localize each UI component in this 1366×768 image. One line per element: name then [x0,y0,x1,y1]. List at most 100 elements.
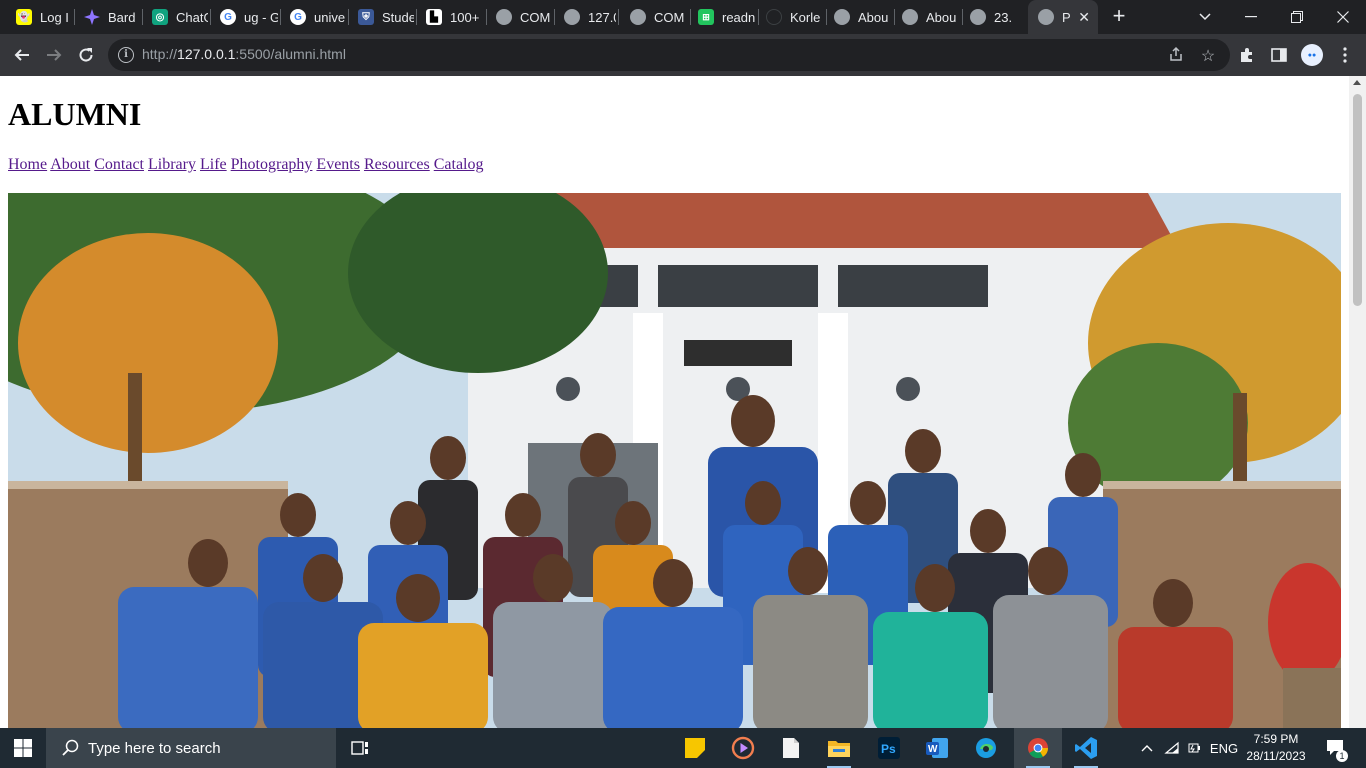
file-app[interactable] [767,728,815,768]
crest-icon: ⛨ [358,9,374,25]
google-icon: G [290,9,306,25]
info-icon[interactable]: i [118,47,134,63]
browser-tab[interactable]: ⊞ readn [688,0,756,34]
browser-tab[interactable]: COM [620,0,688,34]
browser-tab[interactable]: 127.0 [554,0,616,34]
side-panel-icon[interactable] [1268,44,1290,66]
alumni-group-photo [8,193,1341,728]
chrome-app[interactable] [1014,728,1062,768]
browser-tab[interactable]: Abou [824,0,892,34]
chrome-icon [1028,738,1049,759]
edge-app[interactable] [962,728,1010,768]
nav-link-about[interactable]: About [50,156,90,173]
globe-icon [834,9,850,25]
browser-tab[interactable]: Abou [892,0,960,34]
chatgpt-icon: ◎ [152,9,168,25]
close-tab-icon[interactable]: ✕ [1078,9,1090,26]
browser-tab[interactable]: ⛨ Stude [348,0,414,34]
search-icon [62,739,79,756]
tab-strip: 👻 Log I Bard ◎ ChatG G ug - G G unive ⛨ … [0,0,1366,34]
url-text[interactable]: http://127.0.0.1:5500/alumni.html [142,46,346,62]
extensions-icon[interactable] [1236,44,1258,66]
scroll-up-arrow-icon[interactable] [1353,80,1361,85]
nav-link-events[interactable]: Events [316,156,360,173]
folder-icon [828,741,850,757]
edge-icon [976,738,996,758]
address-bar[interactable]: i http://127.0.0.1:5500/alumni.html ☆ [108,39,1230,71]
browser-tab[interactable]: G ug - G [210,0,278,34]
browser-tab[interactable]: 👻 Log I [6,0,72,34]
nav-link-contact[interactable]: Contact [94,156,144,173]
google-icon: G [220,9,236,25]
nav-link-photography[interactable]: Photography [231,156,313,173]
page-scrollbar[interactable] [1349,76,1366,728]
photoshop-app[interactable]: Ps [865,728,913,768]
start-button[interactable] [0,728,46,768]
globe-icon [970,9,986,25]
nav-link-catalog[interactable]: Catalog [434,156,484,173]
nav-link-home[interactable]: Home [8,156,47,173]
windows-taskbar: Type here to search Ps W ENG 7:59 PM 28/… [0,728,1366,768]
close-window-button[interactable] [1320,0,1366,34]
browser-tab[interactable]: Bard [74,0,140,34]
reload-button[interactable] [72,41,100,69]
globe-icon [564,9,580,25]
browser-toolbar: i http://127.0.0.1:5500/alumni.html ☆ ●● [0,34,1366,76]
dark-circle-icon [766,9,782,25]
share-icon[interactable] [1166,46,1186,64]
taskbar-search[interactable]: Type here to search [46,728,336,768]
sticky-notes-app[interactable] [671,728,719,768]
snapchat-icon: 👻 [16,9,32,25]
back-button[interactable] [8,41,36,69]
logo-icon: ▙ [426,9,442,25]
clock[interactable]: 7:59 PM 28/11/2023 [1244,731,1308,765]
media-player-app[interactable] [719,728,767,768]
sticky-notes-icon [685,738,705,758]
browser-tab[interactable]: 23. [960,0,1026,34]
task-view-button[interactable] [336,728,384,768]
tab-search-icon[interactable] [1182,0,1228,34]
chevron-up-icon [1141,745,1153,752]
nav-link-resources[interactable]: Resources [364,156,430,173]
file-explorer-app[interactable] [815,728,863,768]
browser-tab-active[interactable]: P ✕ [1028,0,1098,34]
network-icon[interactable] [1160,728,1184,768]
browser-tab[interactable]: G unive [280,0,346,34]
notification-badge: 1 [1336,750,1348,762]
language-indicator[interactable]: ENG [1208,728,1240,768]
site-nav: Home About Contact Library Life Photogra… [8,156,484,174]
page-viewport: ALUMNI Home About Contact Library Life P… [0,76,1366,728]
browser-tab[interactable]: Korle [756,0,824,34]
nav-link-library[interactable]: Library [148,156,196,173]
word-icon: W [926,738,948,758]
bookmark-star-icon[interactable]: ☆ [1198,46,1218,65]
vscode-icon [1075,737,1097,759]
minimize-button[interactable] [1228,0,1274,34]
profile-avatar[interactable]: ●● [1301,44,1323,66]
restore-button[interactable] [1274,0,1320,34]
globe-icon [630,9,646,25]
browser-tab[interactable]: ▙ 100+ [416,0,484,34]
browser-tab[interactable]: ◎ ChatG [142,0,208,34]
forward-button[interactable] [40,41,68,69]
windows-logo-icon [14,739,32,757]
globe-icon [496,9,512,25]
globe-icon [1038,9,1054,25]
browser-tab[interactable]: COM [486,0,552,34]
show-hidden-icons[interactable] [1136,728,1158,768]
vscode-app[interactable] [1062,728,1110,768]
photoshop-icon: Ps [878,737,900,759]
notifications-button[interactable]: 1 [1318,728,1354,768]
photo-illustration [8,193,1341,728]
globe-icon [902,9,918,25]
menu-kebab-icon[interactable] [1334,44,1356,66]
task-view-icon [351,741,368,755]
svg-text:W: W [928,744,938,755]
new-tab-button[interactable]: + [1107,5,1131,29]
word-app[interactable]: W [913,728,961,768]
battery-icon[interactable] [1184,728,1206,768]
readme-icon: ⊞ [698,9,714,25]
nav-link-life[interactable]: Life [200,156,227,173]
document-icon [783,738,799,758]
scrollbar-thumb[interactable] [1353,94,1362,306]
